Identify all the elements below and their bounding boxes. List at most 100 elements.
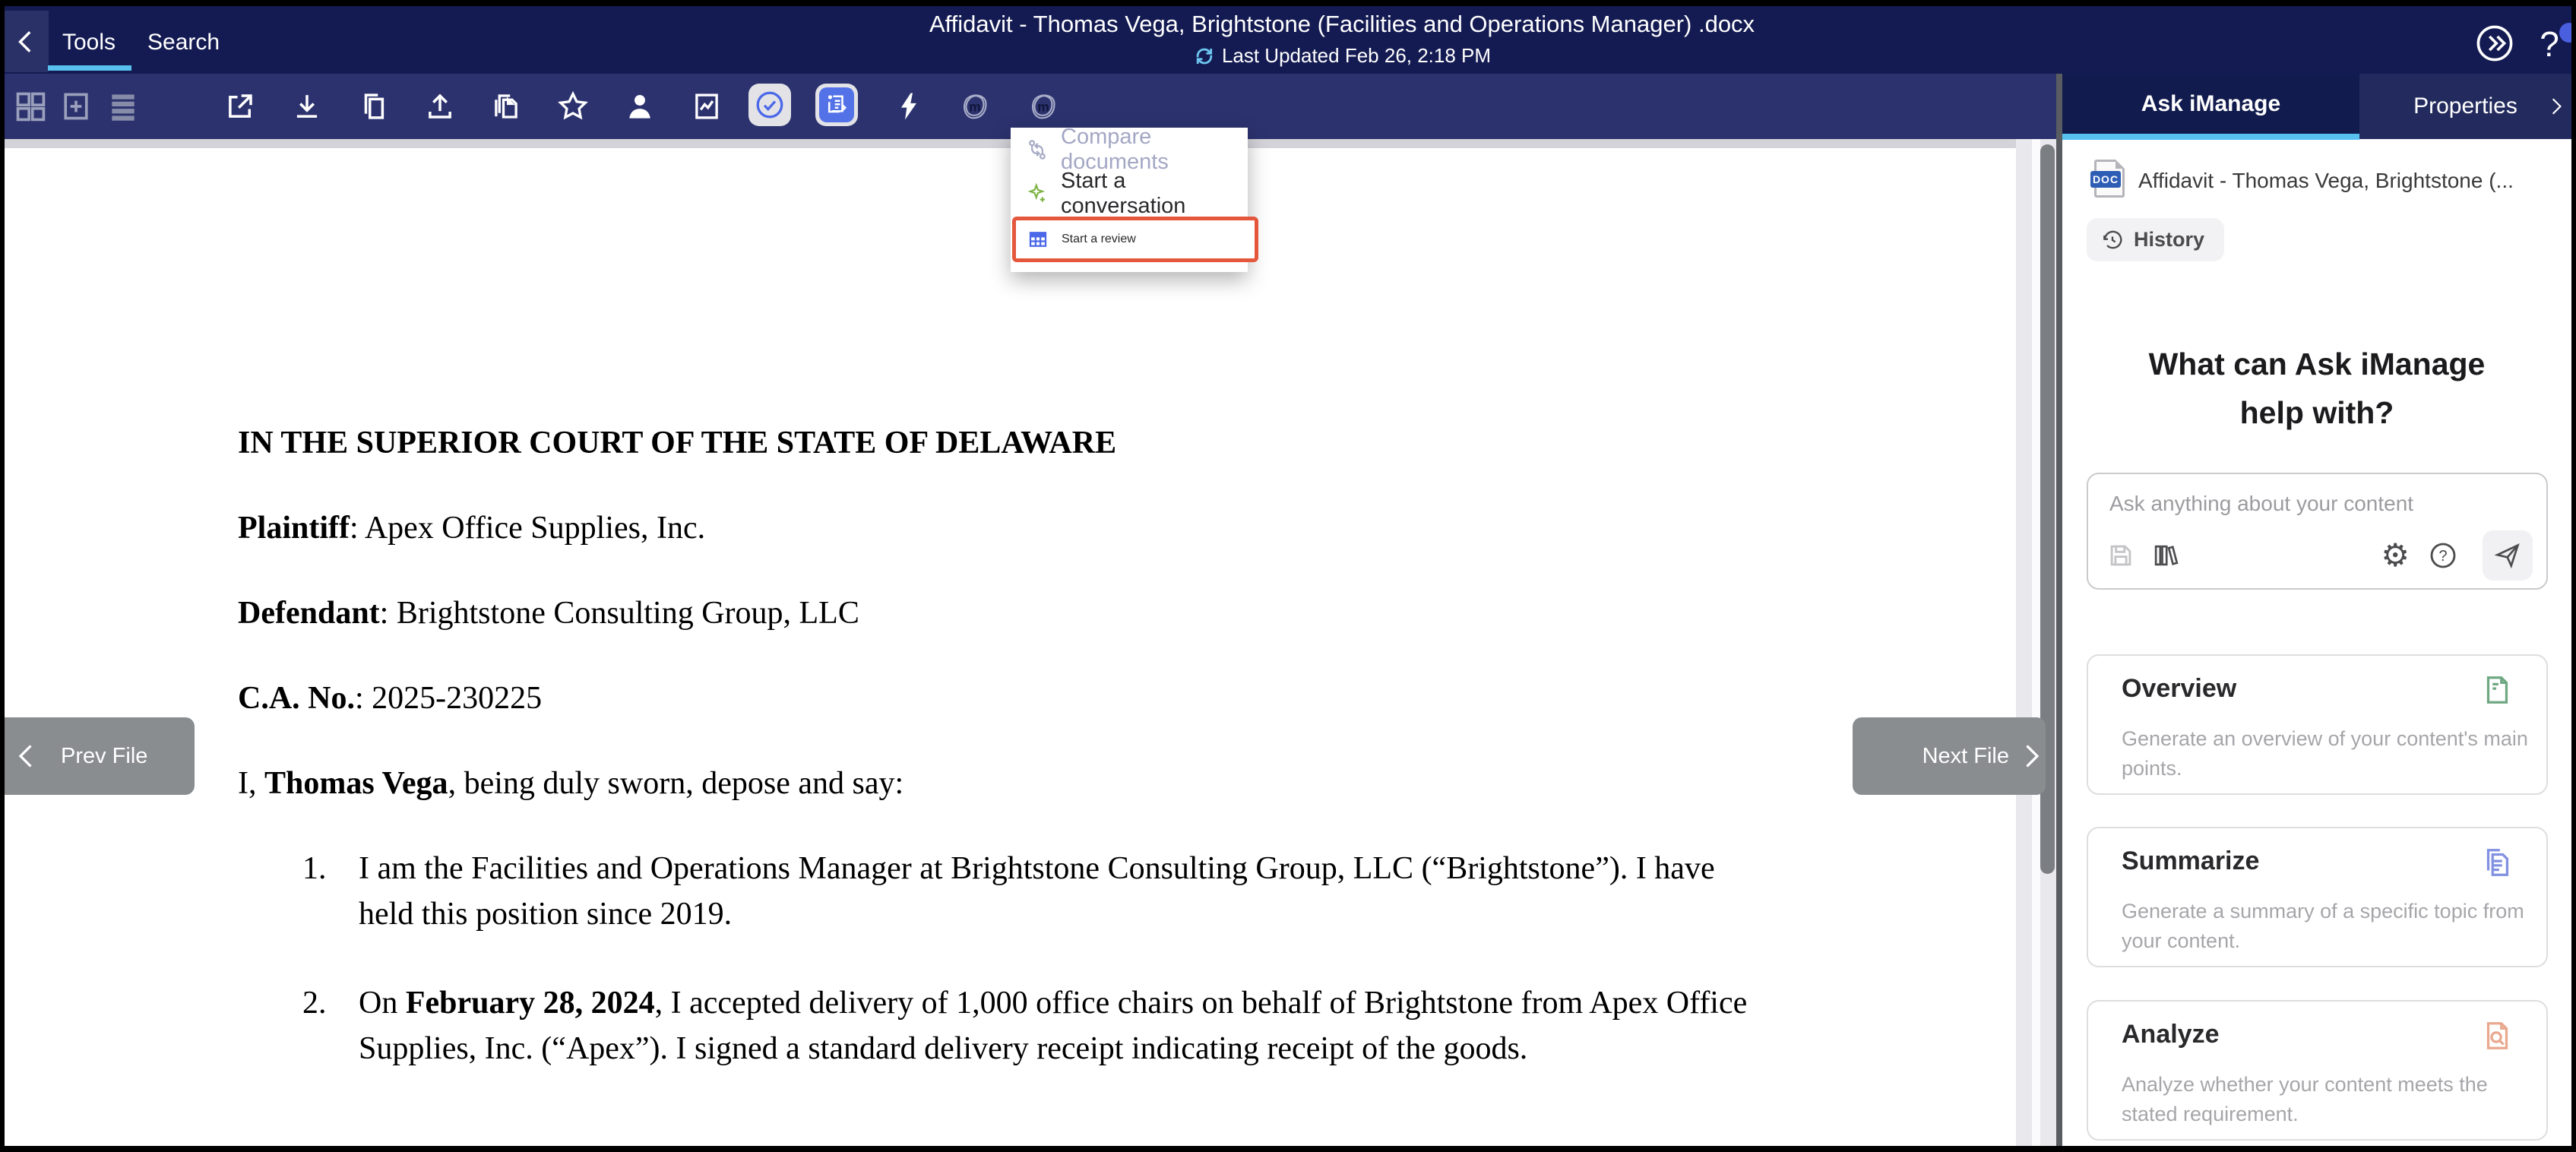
active-tab-underline [48, 65, 131, 71]
author-button[interactable] [619, 74, 661, 139]
overview-card-desc: Generate an overview of your content's m… [2122, 724, 2536, 783]
document-search-icon [2479, 1018, 2514, 1053]
history-icon [2100, 228, 2125, 252]
item-text-pre: I am the Facilities and Operations Manag… [359, 851, 1715, 932]
add-page-button[interactable] [55, 74, 97, 139]
case-number-label: C.A. No. [238, 681, 355, 716]
help-icon: ? [2540, 24, 2559, 65]
next-file-button[interactable]: Next File [1853, 717, 2046, 795]
list-icon [106, 90, 140, 123]
review-tools-menu: Compare documents Start a conversation S… [1011, 128, 1248, 272]
document-icon [2479, 673, 2514, 707]
sparkle-icon [1026, 182, 1049, 205]
affidavit-body: IN THE SUPERIOR COURT OF THE STATE OF DE… [238, 420, 1780, 1115]
tab-properties-label: Properties [2413, 93, 2517, 119]
ask-input[interactable] [2108, 486, 2521, 521]
case-number-value: : 2025-230225 [355, 681, 542, 716]
last-updated-row: Last Updated Feb 26, 2:18 PM [1193, 44, 1491, 68]
copy-files-icon [490, 90, 522, 122]
add-page-icon [59, 90, 93, 123]
favorite-button[interactable] [552, 74, 594, 139]
help-button[interactable]: ? [2530, 21, 2568, 67]
copy-button[interactable] [353, 74, 395, 139]
menu-item-label: Compare documents [1061, 125, 1248, 175]
review-tools-button[interactable] [815, 84, 858, 126]
item-text: I am the Facilities and Operations Manag… [359, 846, 1772, 937]
defendant-line: Defendant: Brightstone Consulting Group,… [238, 590, 1780, 636]
tab-ask-imanage-label: Ask iManage [2141, 91, 2280, 117]
panel-heading-line1: What can Ask iManage [2062, 340, 2571, 388]
list-item: 2. On February 28, 2024, I accepted deli… [302, 980, 1780, 1071]
doc-fold-corner [2116, 160, 2125, 169]
approved-check-button[interactable] [748, 84, 791, 126]
menu-item-start-review[interactable]: Start a review [1012, 217, 1258, 262]
document-chip: DOC [2094, 160, 2125, 198]
tab-tools[interactable]: Tools [62, 27, 116, 58]
send-icon [2493, 541, 2522, 570]
last-updated-label: Last Updated Feb 26, 2:18 PM [1222, 44, 1491, 68]
expand-tabs-button[interactable] [2541, 85, 2571, 128]
svg-text:m: m [1037, 100, 1049, 115]
upload-icon [424, 90, 456, 122]
sync-icon [1193, 45, 1216, 68]
copy-document-icon [2479, 845, 2514, 880]
tab-ask-imanage[interactable]: Ask iManage [2062, 74, 2359, 134]
ask-input-toolbar: ⚙ ? [2088, 530, 2546, 581]
next-file-label: Next File [1923, 744, 2009, 769]
scrollbar-gutter [2032, 139, 2040, 1146]
chevron-left-icon [14, 738, 41, 774]
download-icon [291, 90, 323, 122]
back-button[interactable] [5, 11, 49, 72]
plaintiff-value: : Apex Office Supplies, Inc. [350, 511, 705, 546]
star-icon [556, 90, 590, 123]
document-title: Affidavit - Thomas Vega, Brightstone (Fa… [929, 11, 1755, 38]
menu-item-start-conversation[interactable]: Start a conversation [1011, 172, 1248, 216]
open-external-button[interactable] [219, 74, 261, 139]
send-button[interactable] [2483, 530, 2533, 581]
knowledge-library-icon[interactable] [2150, 541, 2179, 570]
defendant-label: Defendant [238, 596, 380, 631]
panel-heading: What can Ask iManage help with? [2062, 340, 2571, 437]
help-circle-icon[interactable]: ? [2428, 540, 2458, 571]
chart-icon [691, 90, 723, 122]
analytics-button[interactable] [685, 74, 728, 139]
svg-text:?: ? [2438, 548, 2447, 565]
list-item: 1. I am the Facilities and Operations Ma… [302, 846, 1780, 937]
menu-item-label: Start a review [1062, 233, 1136, 246]
imanage-m-icon: m [957, 89, 992, 124]
summarize-card[interactable]: Summarize Generate a summary of a specif… [2087, 827, 2548, 967]
tab-properties[interactable]: Properties [2359, 74, 2571, 139]
item-text-pre: On [359, 986, 406, 1021]
imanage-work-button[interactable]: m [954, 74, 996, 139]
prev-file-button[interactable]: Prev File [5, 717, 195, 795]
grid-icon [14, 90, 47, 123]
page-list-button[interactable] [102, 74, 144, 139]
case-number-line: C.A. No.: 2025-230225 [238, 676, 1780, 721]
overview-card[interactable]: Overview Generate an overview of your co… [2087, 654, 2548, 795]
item-text: On February 28, 2024, I accepted deliver… [359, 980, 1772, 1071]
doc-file-icon: DOC [2094, 160, 2125, 198]
collapse-panel-button[interactable] [2474, 23, 2515, 64]
defendant-value: : Brightstone Consulting Group, LLC [380, 596, 859, 631]
numbered-list: 1. I am the Facilities and Operations Ma… [302, 846, 1780, 1071]
quick-actions-button[interactable] [888, 74, 930, 139]
copy-files-button[interactable] [485, 74, 527, 139]
chevron-double-right-icon [2474, 23, 2515, 64]
summarize-card-desc: Generate a summary of a specific topic f… [2122, 897, 2536, 956]
download-button[interactable] [286, 74, 328, 139]
chevron-right-icon [2017, 738, 2044, 774]
court-heading: IN THE SUPERIOR COURT OF THE STATE OF DE… [238, 420, 1780, 466]
upload-button[interactable] [419, 74, 461, 139]
analyze-card[interactable]: Analyze Analyze whether your content mee… [2087, 1000, 2548, 1141]
imanage-m-icon: m [1026, 89, 1061, 124]
settings-gear-icon[interactable]: ⚙ [2381, 540, 2410, 571]
tab-search-label: Search [147, 30, 220, 55]
tab-search[interactable]: Search [147, 27, 220, 58]
panel-divider [2056, 74, 2062, 1146]
deponent-name: Thomas Vega [264, 766, 448, 801]
history-button[interactable]: History [2087, 218, 2224, 261]
item-number: 1. [302, 846, 359, 937]
save-prompt-icon[interactable] [2106, 541, 2135, 570]
grid-view-button[interactable] [9, 74, 52, 139]
analyze-card-title: Analyze [2122, 1020, 2220, 1049]
